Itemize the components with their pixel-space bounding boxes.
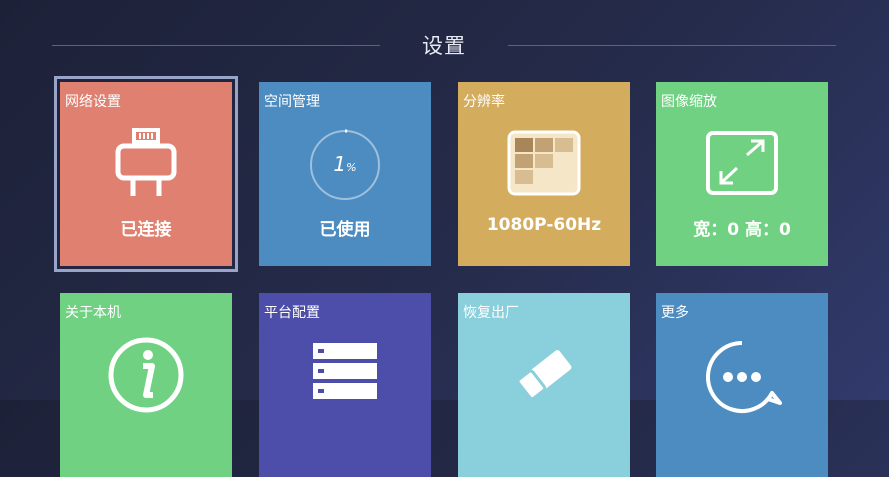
tile-about-device[interactable]: 关于本机 bbox=[60, 293, 232, 477]
header-divider-right bbox=[508, 45, 836, 46]
usage-unit: % bbox=[346, 161, 357, 174]
tile-more[interactable]: 更多 bbox=[656, 293, 828, 477]
page-title: 设置 bbox=[422, 34, 466, 58]
tile-label: 恢复出厂 bbox=[463, 305, 519, 321]
tile-resolution[interactable]: 分辨率 1080P-60Hz bbox=[458, 82, 630, 266]
tile-label: 平台配置 bbox=[264, 305, 320, 321]
server-icon bbox=[313, 343, 377, 407]
more-chat-icon bbox=[702, 339, 782, 419]
tile-status: 1080P-60Hz bbox=[486, 215, 602, 235]
usage-value: 1 bbox=[333, 152, 347, 176]
tile-label: 更多 bbox=[661, 305, 689, 321]
tile-label: 图像缩放 bbox=[661, 94, 717, 110]
ethernet-icon bbox=[113, 128, 179, 204]
resolution-grid-icon bbox=[507, 130, 581, 200]
tile-label: 网络设置 bbox=[65, 94, 121, 110]
tile-label: 空间管理 bbox=[264, 94, 320, 110]
expand-icon bbox=[705, 130, 779, 200]
tile-storage-management[interactable]: 空间管理 1% 已使用 bbox=[259, 82, 431, 266]
header-divider-left bbox=[52, 45, 380, 46]
storage-gauge-icon: 1% bbox=[306, 126, 384, 208]
tile-network-settings[interactable]: 网络设置 已连接 bbox=[54, 76, 238, 272]
tile-platform-config[interactable]: 平台配置 bbox=[259, 293, 431, 477]
tile-image-scaling[interactable]: 图像缩放 宽：0 高：0 bbox=[656, 82, 828, 266]
info-icon bbox=[106, 335, 186, 419]
tile-factory-reset[interactable]: 恢复出厂 bbox=[458, 293, 630, 477]
tile-status: 已连接 bbox=[120, 220, 172, 240]
tile-label: 分辨率 bbox=[463, 94, 505, 110]
eraser-icon bbox=[509, 341, 579, 405]
usage-readout: 1% bbox=[306, 152, 384, 176]
tile-status: 已使用 bbox=[319, 220, 371, 240]
tile-status: 宽：0 高：0 bbox=[693, 220, 791, 240]
tile-label: 关于本机 bbox=[65, 305, 121, 321]
